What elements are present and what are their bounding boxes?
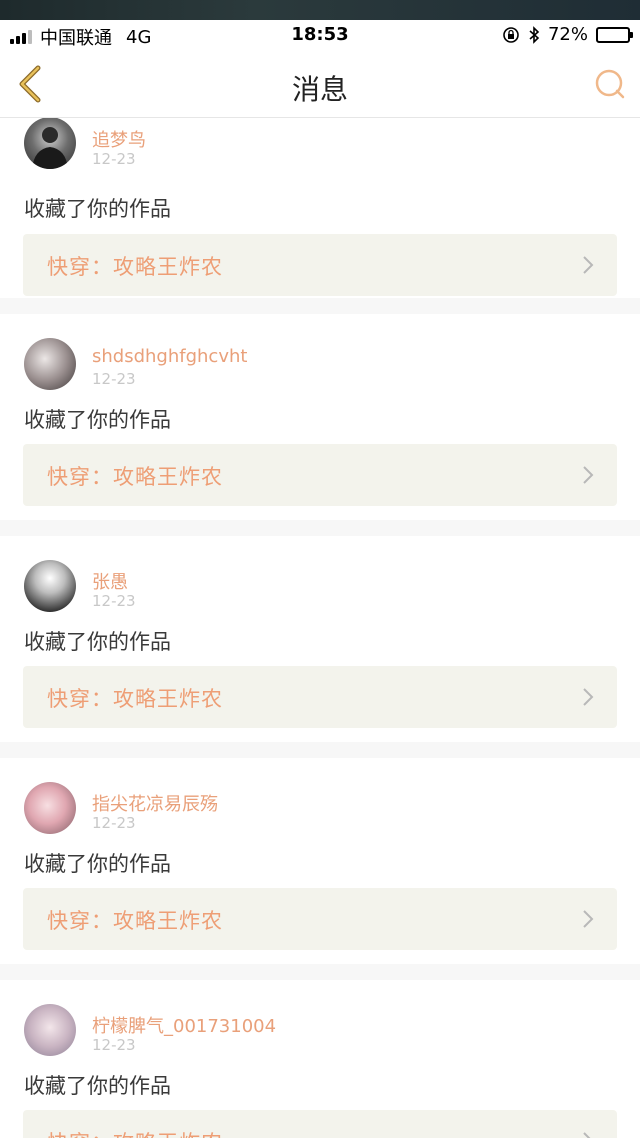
username[interactable]: 指尖花凉易辰殇 (92, 790, 218, 816)
message-card: 指尖花凉易辰殇 12-23 收藏了你的作品 快穿：攻略王炸农 (0, 758, 640, 964)
action-text: 收藏了你的作品 (24, 630, 171, 654)
work-title: 快穿：攻略王炸农 (47, 465, 223, 489)
message-list[interactable]: 追梦鸟 12-23 收藏了你的作品 快穿：攻略王炸农 shdsdhghfghcv… (0, 118, 640, 1138)
chevron-right-icon (583, 466, 594, 484)
action-text: 收藏了你的作品 (24, 852, 171, 876)
work-title: 快穿：攻略王炸农 (47, 687, 223, 711)
message-date: 12-23 (92, 150, 136, 168)
action-text: 收藏了你的作品 (24, 197, 171, 221)
username[interactable]: 张愚 (92, 568, 128, 594)
username[interactable]: shdsdhghfghcvht (92, 346, 247, 367)
work-link[interactable]: 快穿：攻略王炸农 (23, 444, 617, 506)
chevron-right-icon (583, 1132, 591, 1138)
user-avatar[interactable] (24, 338, 76, 390)
message-card: shdsdhghfghcvht 12-23 收藏了你的作品 快穿：攻略王炸农 (0, 314, 640, 520)
chevron-right-icon (583, 256, 594, 274)
work-title: 快穿：攻略王炸农 (47, 909, 223, 933)
bluetooth-icon (529, 25, 540, 44)
message-card: 追梦鸟 12-23 收藏了你的作品 快穿：攻略王炸农 (0, 118, 640, 298)
search-icon[interactable] (594, 68, 626, 100)
user-avatar[interactable] (24, 782, 76, 834)
user-avatar[interactable] (24, 118, 76, 169)
status-right: 72% (502, 24, 633, 45)
work-title: 快穿：攻略王炸农 (47, 255, 223, 279)
work-title: 快穿：攻略王炸农 (47, 1127, 223, 1138)
work-link[interactable]: 快穿：攻略王炸农 (23, 1110, 617, 1138)
chevron-right-icon (583, 910, 594, 928)
message-card: 张愚 12-23 收藏了你的作品 快穿：攻略王炸农 (0, 536, 640, 742)
message-date: 12-23 (92, 1036, 136, 1054)
message-date: 12-23 (92, 814, 136, 832)
chevron-right-icon (583, 688, 594, 706)
user-avatar[interactable] (24, 560, 76, 612)
screen-top-strip (0, 0, 640, 20)
rotation-lock-icon (503, 26, 519, 43)
message-card: 柠檬脾气_001731004 12-23 收藏了你的作品 快穿：攻略王炸农 (0, 980, 640, 1138)
battery-percent: 72% (547, 24, 588, 45)
nav-bar: 消息 (0, 50, 640, 118)
status-bar: 中国联通 4G 18:53 72% (0, 20, 640, 50)
work-link[interactable]: 快穿：攻略王炸农 (23, 888, 617, 950)
username[interactable]: 柠檬脾气_001731004 (92, 1012, 276, 1038)
user-avatar[interactable] (24, 1004, 76, 1056)
work-link[interactable]: 快穿：攻略王炸农 (23, 234, 617, 296)
action-text: 收藏了你的作品 (24, 408, 171, 432)
message-date: 12-23 (92, 592, 136, 610)
message-date: 12-23 (92, 370, 136, 388)
battery-icon (596, 26, 633, 43)
action-text: 收藏了你的作品 (24, 1074, 171, 1098)
page-title: 消息 (291, 73, 348, 106)
username[interactable]: 追梦鸟 (92, 126, 146, 152)
work-link[interactable]: 快穿：攻略王炸农 (23, 666, 617, 728)
